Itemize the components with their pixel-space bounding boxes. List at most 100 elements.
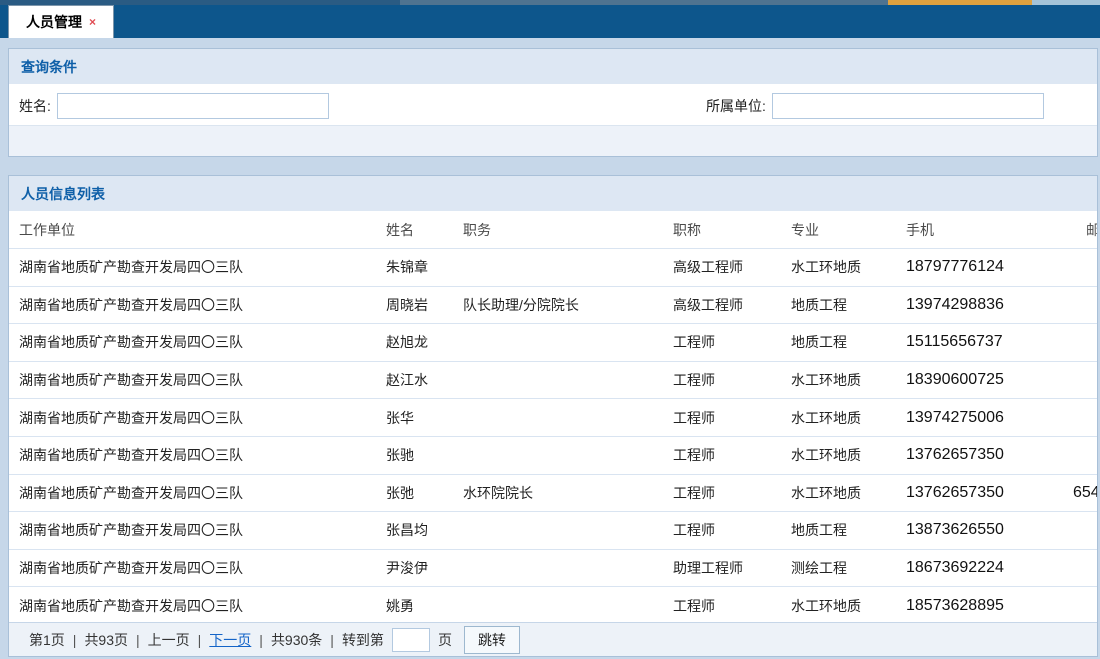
table-cell: 赵江水 xyxy=(386,370,463,390)
prev-page-button[interactable]: 上一页 xyxy=(148,630,190,650)
table-cell: 队长助理/分院院长 xyxy=(463,295,673,315)
strip-segment-steel xyxy=(400,0,888,5)
pagination-separator: | xyxy=(73,632,77,648)
table-cell: 周晓岩 xyxy=(386,295,463,315)
table-cell: 13974298836 xyxy=(906,296,1073,314)
pagination-separator: | xyxy=(259,632,263,648)
table-cell: 工程师 xyxy=(673,445,791,465)
table-cell: 高级工程师 xyxy=(673,295,791,315)
table-row[interactable]: 湖南省地质矿产勘查开发局四〇三队张弛水环院院长工程师水工环地质137626573… xyxy=(9,475,1097,513)
table-cell: 工程师 xyxy=(673,483,791,503)
query-panel-header: 查询条件 xyxy=(9,49,1097,85)
table-cell: 工程师 xyxy=(673,408,791,428)
table-cell: 湖南省地质矿产勘查开发局四〇三队 xyxy=(19,370,386,390)
table-cell: 水工环地质 xyxy=(791,257,906,277)
strip-segment-orange xyxy=(888,0,1032,5)
unit-field-label: 所属单位: xyxy=(706,96,766,116)
tab-personnel-management[interactable]: 人员管理 × xyxy=(8,5,114,38)
tab-close-icon[interactable]: × xyxy=(89,16,96,28)
table-row[interactable]: 湖南省地质矿产勘查开发局四〇三队张昌均 工程师地质工程13873626550 xyxy=(9,512,1097,550)
table-cell: 水环院院长 xyxy=(463,483,673,503)
table-cell: 张华 xyxy=(386,408,463,428)
goto-page-label: 转到第 xyxy=(342,630,384,650)
name-input[interactable] xyxy=(57,93,329,119)
list-panel-title: 人员信息列表 xyxy=(21,184,105,204)
table-row[interactable]: 湖南省地质矿产勘查开发局四〇三队赵江水工程师水工环地质18390600725 xyxy=(9,362,1097,400)
table-cell: 15115656737 xyxy=(906,333,1073,351)
table-cell: 18390600725 xyxy=(906,371,1073,389)
table-row[interactable]: 湖南省地质矿产勘查开发局四〇三队朱锦章 高级工程师水工环地质18797776124 xyxy=(9,249,1097,287)
query-panel-footer xyxy=(9,126,1097,156)
table-row[interactable]: 湖南省地质矿产勘查开发局四〇三队张驰工程师水工环地质13762657350 xyxy=(9,437,1097,475)
pagination-bar: 第1页 | 共93页 | 上一页 | 下一页 | 共930条 | 转到第 页 跳… xyxy=(9,622,1097,656)
current-page-indicator: 第1页 xyxy=(29,630,65,650)
pagination-separator: | xyxy=(198,632,202,648)
column-header-email: 邮箱 xyxy=(1073,220,1098,240)
table-cell: 尹浚伊 xyxy=(386,558,463,578)
strip-segment-light xyxy=(1032,0,1100,5)
table-row[interactable]: 湖南省地质矿产勘查开发局四〇三队尹浚伊 助理工程师测绘工程18673692224 xyxy=(9,550,1097,588)
table-row[interactable]: 湖南省地质矿产勘查开发局四〇三队姚勇工程师水工环地质18573628895 xyxy=(9,587,1097,625)
table-cell: 18797776124 xyxy=(906,258,1073,276)
table-cell: 湖南省地质矿产勘查开发局四〇三队 xyxy=(19,332,386,352)
list-panel-header: 人员信息列表 xyxy=(9,176,1097,212)
table-cell: 张弛 xyxy=(386,483,463,503)
column-header-name: 姓名 xyxy=(386,220,463,240)
table-cell: 助理工程师 xyxy=(673,558,791,578)
table-cell: 湖南省地质矿产勘查开发局四〇三队 xyxy=(19,558,386,578)
table-cell: 工程师 xyxy=(673,332,791,352)
table-cell: 赵旭龙 xyxy=(386,332,463,352)
table-row[interactable]: 湖南省地质矿产勘查开发局四〇三队赵旭龙 工程师地质工程15115656737 xyxy=(9,324,1097,362)
pagination-separator: | xyxy=(136,632,140,648)
tab-label: 人员管理 xyxy=(26,12,82,32)
name-field-group: 姓名: xyxy=(19,85,329,126)
table-cell: 地质工程 xyxy=(791,295,906,315)
query-conditions-panel: 查询条件 姓名: 所属单位: xyxy=(8,48,1098,157)
column-header-title: 职称 xyxy=(673,220,791,240)
table-cell: 水工环地质 xyxy=(791,370,906,390)
jump-button[interactable]: 跳转 xyxy=(464,626,520,654)
table-cell: 13873626550 xyxy=(906,521,1073,539)
table-cell: 湖南省地质矿产勘查开发局四〇三队 xyxy=(19,257,386,277)
goto-page-input[interactable] xyxy=(392,628,430,652)
personnel-list-panel: 人员信息列表 工作单位 姓名 职务 职称 专业 手机 邮箱 湖南省地质矿产勘查开… xyxy=(8,175,1098,657)
table-cell: 姚勇 xyxy=(386,596,463,616)
table-cell: 654 xyxy=(1073,484,1098,502)
unit-input[interactable] xyxy=(772,93,1044,119)
pagination-separator: | xyxy=(330,632,334,648)
table-cell: 工程师 xyxy=(673,520,791,540)
table-cell: 高级工程师 xyxy=(673,257,791,277)
table-row[interactable]: 湖南省地质矿产勘查开发局四〇三队张华工程师水工环地质13974275006 xyxy=(9,399,1097,437)
name-field-label: 姓名: xyxy=(19,96,51,116)
column-header-work-unit: 工作单位 xyxy=(19,220,386,240)
table-cell: 工程师 xyxy=(673,596,791,616)
table-body: 湖南省地质矿产勘查开发局四〇三队朱锦章高级工程师水工环地质18797776124… xyxy=(9,249,1097,625)
page-suffix-label: 页 xyxy=(438,630,452,650)
total-records-indicator: 共930条 xyxy=(271,630,322,650)
table-cell: 地质工程 xyxy=(791,332,906,352)
table-cell: 18673692224 xyxy=(906,559,1073,577)
table-cell: 测绘工程 xyxy=(791,558,906,578)
table-cell: 水工环地质 xyxy=(791,408,906,428)
table-cell: 朱锦章 xyxy=(386,257,463,277)
table-cell: 18573628895 xyxy=(906,597,1073,615)
table-cell: 水工环地质 xyxy=(791,445,906,465)
table-header-row: 工作单位 姓名 职务 职称 专业 手机 邮箱 xyxy=(9,212,1097,249)
unit-field-group: 所属单位: xyxy=(706,85,1044,126)
table-row[interactable]: 湖南省地质矿产勘查开发局四〇三队周晓岩队长助理/分院院长高级工程师地质工程139… xyxy=(9,287,1097,325)
table-cell: 地质工程 xyxy=(791,520,906,540)
table-cell: 水工环地质 xyxy=(791,596,906,616)
table-cell: 张昌均 xyxy=(386,520,463,540)
top-decorative-strip xyxy=(0,0,1100,5)
tab-bar: 人员管理 × xyxy=(0,5,1100,38)
table-cell: 湖南省地质矿产勘查开发局四〇三队 xyxy=(19,445,386,465)
table-cell: 湖南省地质矿产勘查开发局四〇三队 xyxy=(19,483,386,503)
table-cell: 湖南省地质矿产勘查开发局四〇三队 xyxy=(19,520,386,540)
next-page-link[interactable]: 下一页 xyxy=(209,630,251,650)
column-header-specialty: 专业 xyxy=(791,220,906,240)
table-cell: 水工环地质 xyxy=(791,483,906,503)
table-cell: 13762657350 xyxy=(906,446,1073,464)
total-pages-indicator: 共93页 xyxy=(84,630,128,650)
table-cell: 13762657350 xyxy=(906,484,1073,502)
column-header-position: 职务 xyxy=(463,220,673,240)
